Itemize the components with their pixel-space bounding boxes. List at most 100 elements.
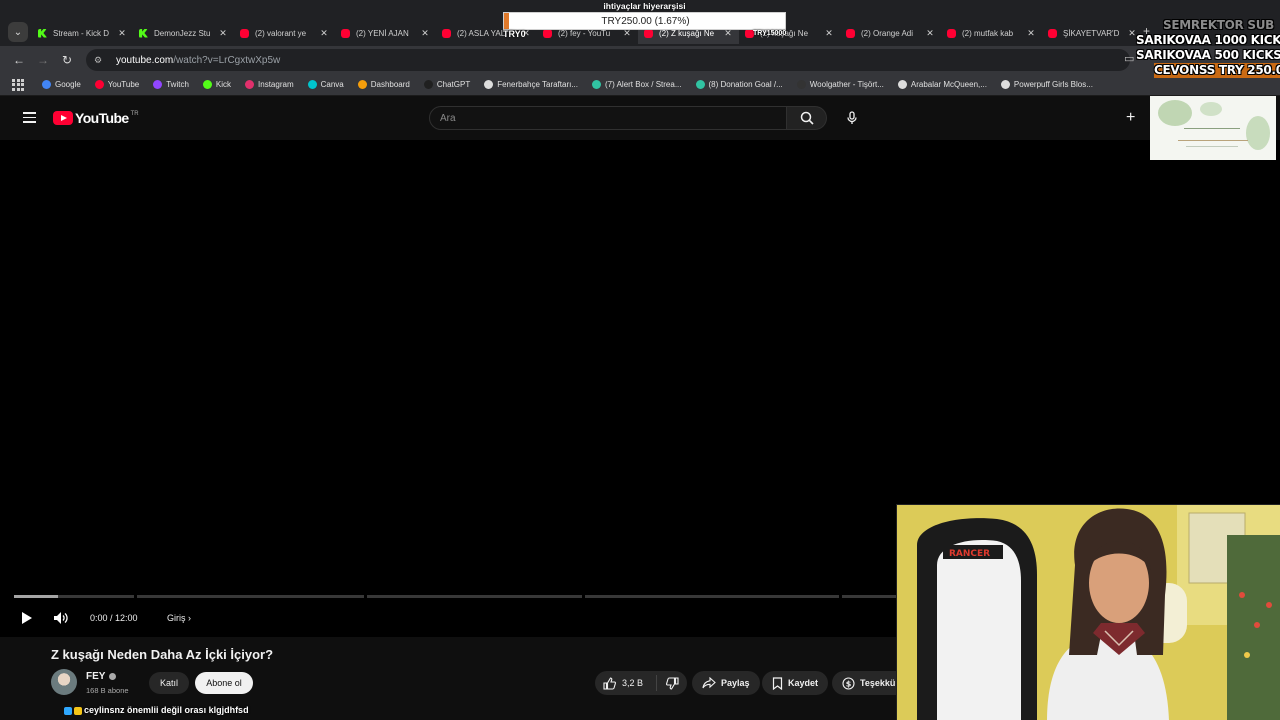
buffered-indicator: [14, 595, 58, 598]
thumbs-down-icon: [665, 676, 679, 690]
browser-tab[interactable]: Stream - Kick D ✕: [32, 22, 133, 44]
bookmark-item[interactable]: Canva: [307, 80, 344, 89]
play-icon: [22, 612, 32, 624]
site-info-icon[interactable]: ⚙: [94, 55, 106, 65]
chat-badge-icon: [64, 706, 72, 715]
youtube-logo[interactable]: YouTube TR: [53, 110, 139, 126]
subscriber-count: 168 B abone: [86, 686, 129, 695]
bookmark-favicon-icon: [796, 80, 806, 89]
browser-tab[interactable]: DemonJezz Stu ✕: [133, 22, 234, 44]
close-tab-icon[interactable]: ✕: [925, 28, 935, 39]
forward-button[interactable]: →: [34, 51, 52, 69]
dislike-button[interactable]: [657, 676, 687, 690]
browser-tab[interactable]: (2) valorant ye ✕: [234, 22, 335, 44]
create-button[interactable]: +: [1126, 109, 1135, 127]
verified-badge-icon: [109, 672, 117, 680]
thumbs-up-icon: [603, 676, 616, 690]
youtube-icon: [1048, 28, 1057, 38]
bookmark-item[interactable]: Arabalar McQueen,...: [897, 80, 987, 89]
close-tab-icon[interactable]: ✕: [117, 28, 127, 39]
bookmark-label: Instagram: [258, 80, 294, 89]
bookmark-label: Arabalar McQueen,...: [910, 80, 987, 89]
webcam-feed-image: RANCER: [896, 504, 1280, 720]
subscribe-button[interactable]: Abone ol: [195, 672, 253, 694]
close-tab-icon[interactable]: ✕: [420, 28, 430, 39]
bookmark-item[interactable]: (7) Alert Box / Strea...: [592, 80, 682, 89]
search-button[interactable]: [787, 106, 827, 130]
browser-tab[interactable]: (2) YENİ AJAN ✕: [335, 22, 436, 44]
browser-tab[interactable]: (2) mutfak kab ✕: [941, 22, 1042, 44]
bookmark-favicon-icon: [484, 80, 494, 89]
join-button[interactable]: Katıl: [149, 672, 189, 694]
bookmark-label: (7) Alert Box / Strea...: [605, 80, 682, 89]
bookmark-item[interactable]: Instagram: [245, 80, 294, 89]
search-input[interactable]: Ara: [429, 106, 787, 130]
chapter-button[interactable]: Giriş ›: [167, 613, 191, 623]
volume-button[interactable]: [53, 611, 69, 630]
bookmark-favicon-icon: [245, 80, 255, 89]
share-button[interactable]: Paylaş: [692, 671, 760, 695]
bookmark-label: Woolgather - Tişört...: [809, 80, 884, 89]
bookmark-item[interactable]: (8) Donation Goal /...: [695, 80, 783, 89]
bookmark-item[interactable]: Kick: [202, 80, 231, 89]
share-icon: [702, 677, 716, 689]
youtube-icon: [442, 28, 451, 38]
youtube-icon: [341, 28, 350, 38]
close-tab-icon[interactable]: ✕: [218, 28, 228, 39]
tab-search-button[interactable]: ⌄: [8, 22, 28, 42]
time-display: 0:00 / 12:00: [90, 613, 138, 623]
donation-goal-widget: ihtiyaçlar hiyerarşisi TRY250.00 (1.67%)…: [503, 0, 786, 39]
super-thanks-icon: $: [842, 676, 855, 690]
bookmark-favicon-icon: [357, 80, 367, 89]
close-tab-icon[interactable]: ✕: [319, 28, 329, 39]
youtube-masthead: YouTube TR Ara +: [0, 96, 1280, 140]
play-button[interactable]: [21, 611, 33, 630]
close-tab-icon[interactable]: ✕: [1026, 28, 1036, 39]
bookmark-favicon-icon: [42, 80, 51, 89]
bookmark-favicon-icon: [94, 80, 104, 89]
bookmark-label: (8) Donation Goal /...: [708, 80, 783, 89]
close-tab-icon[interactable]: ✕: [824, 28, 834, 39]
bookmark-item[interactable]: Woolgather - Tişört...: [796, 80, 884, 89]
install-app-icon[interactable]: ▭: [1124, 52, 1134, 65]
voice-search-button[interactable]: [839, 106, 865, 130]
omnibox[interactable]: ⚙ youtube.com/watch?v=LrCgxtwXp5w: [86, 49, 1130, 71]
back-button[interactable]: ←: [10, 51, 28, 69]
save-button[interactable]: Kaydet: [762, 671, 829, 695]
tab-title: (2) mutfak kab: [962, 28, 1014, 38]
bookmark-favicon-icon: [1000, 80, 1010, 89]
reload-button[interactable]: ↻: [58, 51, 76, 69]
microphone-icon: [847, 111, 857, 124]
bookmark-label: Powerpuff Girls Blos...: [1013, 80, 1093, 89]
goal-progress-bar: TRY250.00 (1.67%): [503, 12, 786, 30]
bookmark-label: ChatGPT: [436, 80, 471, 89]
search-icon: [800, 111, 814, 125]
bookmark-favicon-icon: [897, 80, 907, 89]
bookmark-label: YouTube: [107, 80, 140, 89]
channel-name-link[interactable]: FEY: [86, 671, 117, 682]
bookmark-item[interactable]: Fenerbahçe Taraftarı...: [484, 80, 578, 89]
recent-alerts-list: SEMREKTOR SUB SARIKOVAA 1000 KICKS SARIKOV…: [1136, 18, 1280, 78]
like-button[interactable]: 3,2 B: [595, 675, 657, 691]
bookmark-item[interactable]: Powerpuff Girls Blos...: [1000, 80, 1093, 89]
browser-tab[interactable]: ŞİKAYETVAR'D ✕: [1042, 22, 1143, 44]
bookmark-item[interactable]: ChatGPT: [423, 80, 471, 89]
bookmark-item[interactable]: Dashboard: [357, 80, 410, 89]
browser-tab[interactable]: (2) Orange Adi ✕: [840, 22, 941, 44]
bookmark-item[interactable]: YouTube: [94, 80, 140, 89]
bookmark-item[interactable]: Google: [42, 80, 81, 89]
apps-grid-icon[interactable]: [12, 78, 24, 91]
bookmark-item[interactable]: Twitch: [153, 80, 189, 89]
youtube-icon: [947, 28, 956, 38]
bookmark-favicon-icon: [423, 80, 433, 89]
tab-title: (2) valorant ye: [255, 28, 307, 38]
chat-badge-icon: [74, 706, 82, 715]
bookmark-favicon-icon: [695, 80, 705, 89]
channel-avatar[interactable]: [51, 669, 77, 695]
menu-icon[interactable]: [23, 112, 36, 123]
like-dislike-group: 3,2 B: [595, 671, 687, 695]
bookmark-label: Google: [55, 80, 81, 89]
svg-text:$: $: [846, 679, 852, 688]
address-toolbar: ← → ↻ ⚙ youtube.com/watch?v=LrCgxtwXp5w …: [0, 46, 1280, 74]
alert-entry: CEVONSS TRY 250.00: [1154, 63, 1280, 78]
